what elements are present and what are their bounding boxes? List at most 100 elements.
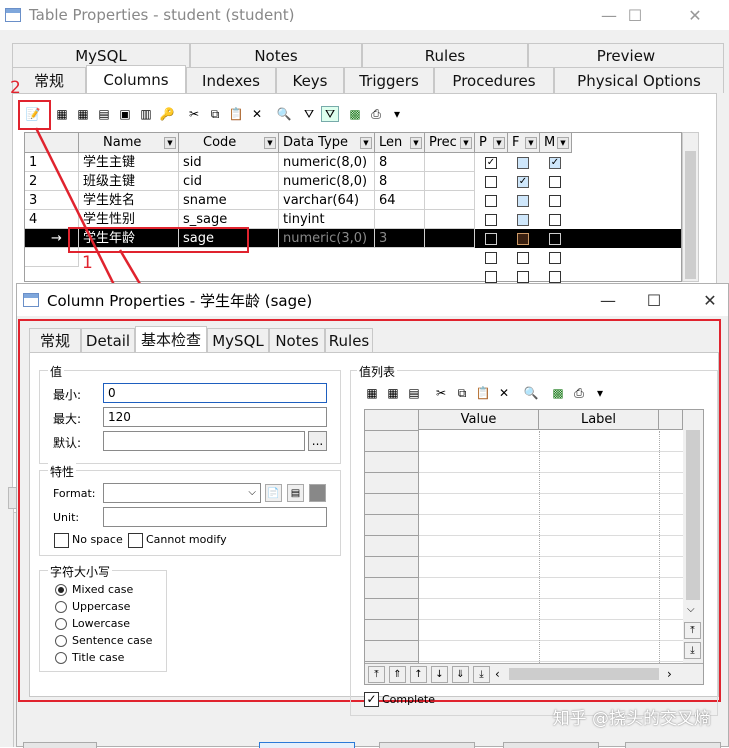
copy-icon[interactable]: ⧉ [453, 385, 471, 401]
cell-len[interactable]: 8 [375, 172, 425, 191]
copy-icon[interactable]: ⧉ [206, 106, 224, 122]
primary-checkbox[interactable] [485, 233, 497, 245]
format-properties-icon[interactable]: ▤ [287, 484, 304, 502]
tab-rules[interactable]: Rules [362, 43, 528, 67]
scrollbar-thumb[interactable] [685, 151, 696, 279]
cell-prec[interactable] [425, 229, 475, 248]
cell-data-type[interactable]: varchar(64) [279, 191, 375, 210]
cell-name[interactable]: 班级主键 [79, 172, 179, 191]
primary-checkbox[interactable] [485, 252, 497, 264]
mandatory-checkbox[interactable] [549, 176, 561, 188]
col-header-label[interactable]: Label [539, 410, 659, 430]
cell-prec[interactable] [425, 153, 475, 172]
insert-row-icon[interactable]: ▦ [74, 106, 92, 122]
move-up-icon[interactable]: ↑ [410, 666, 427, 683]
delete-icon[interactable]: ✕ [248, 106, 266, 122]
tab-columns[interactable]: Columns [86, 65, 186, 93]
max-input[interactable]: 120 [103, 407, 327, 427]
maximize-icon[interactable]: ☐ [612, 0, 658, 30]
default-ellipsis-button[interactable]: ... [308, 431, 327, 451]
move-down-icon[interactable]: ↓ [431, 666, 448, 683]
delete-icon[interactable]: ✕ [495, 385, 513, 401]
case-radio-uppercase[interactable] [55, 601, 67, 613]
move-down-page-icon[interactable]: ⇓ [452, 666, 469, 683]
col-header-prec[interactable]: Prec ▼ [425, 133, 475, 153]
tab-notes[interactable]: Notes [269, 328, 325, 352]
scroll-left-icon[interactable]: ‹ [495, 667, 500, 681]
dialog-button[interactable] [23, 742, 97, 748]
cell-len[interactable]: 3 [375, 229, 425, 248]
dropdown-icon[interactable]: ▼ [525, 137, 537, 149]
move-bottom-icon[interactable]: ⤓ [473, 666, 490, 683]
cell-len[interactable]: 8 [375, 153, 425, 172]
dropdown-icon[interactable]: ▼ [460, 137, 472, 149]
move-top-icon[interactable]: ⤒ [368, 666, 385, 683]
cell-len[interactable]: 64 [375, 191, 425, 210]
move-bottom-icon[interactable]: ⤓ [684, 642, 701, 659]
cell-data-type[interactable]: numeric(8,0) [279, 153, 375, 172]
move-top-icon[interactable]: ⤒ [684, 622, 701, 639]
case-radio-lowercase[interactable] [55, 618, 67, 630]
complete-checkbox[interactable]: ✓ [364, 692, 379, 707]
cell-name[interactable]: 学生姓名 [79, 191, 179, 210]
paste-icon[interactable]: 📋 [227, 106, 245, 122]
default-select[interactable] [103, 431, 305, 451]
dropdown-icon[interactable]: ▼ [360, 137, 372, 149]
mandatory-checkbox[interactable] [549, 214, 561, 226]
cell-prec[interactable] [425, 172, 475, 191]
tab-keys[interactable]: Keys [276, 67, 344, 93]
ok-button[interactable] [259, 742, 355, 748]
no-space-checkbox[interactable] [54, 533, 69, 548]
unit-input[interactable] [103, 507, 327, 527]
close-icon[interactable]: ✕ [687, 284, 729, 316]
case-radio-mixed[interactable] [55, 584, 67, 596]
mandatory-checkbox[interactable] [549, 271, 561, 283]
cell-code[interactable]: sid [179, 153, 279, 172]
format-select[interactable]: ⌵ [103, 483, 261, 503]
insert-row-icon[interactable]: ▦ [384, 385, 402, 401]
cannot-modify-checkbox[interactable] [128, 533, 143, 548]
case-radio-title[interactable] [55, 652, 67, 664]
case-radio-sentence[interactable] [55, 635, 67, 647]
cell-len[interactable] [375, 210, 425, 229]
col-header-name[interactable]: Name ▼ [79, 133, 179, 153]
chevron-down-icon[interactable]: ▾ [388, 106, 406, 122]
print-icon[interactable]: ⎙ [367, 106, 385, 122]
add-rows-icon[interactable]: ▤ [405, 385, 423, 401]
tab-physical-options[interactable]: Physical Options [554, 67, 724, 93]
scrollbar-thumb[interactable] [686, 430, 700, 600]
find-icon[interactable]: 🔍 [522, 385, 540, 401]
col-header-f[interactable]: F ▼ [508, 133, 540, 153]
dropdown-icon[interactable]: ▼ [493, 137, 505, 149]
cell-prec[interactable] [425, 191, 475, 210]
tab-preview[interactable]: Preview [528, 43, 724, 67]
tab-detail[interactable]: Detail [81, 328, 135, 352]
grid-scrollbar[interactable] [682, 132, 699, 282]
key-icon[interactable]: 🔑 [158, 106, 176, 122]
apply-button[interactable] [503, 742, 599, 748]
cell-data-type[interactable]: numeric(8,0) [279, 172, 375, 191]
tab-procedures[interactable]: Procedures [434, 67, 554, 93]
col-header-value[interactable]: Value [419, 410, 539, 430]
tab-indexes[interactable]: Indexes [186, 67, 276, 93]
mandatory-checkbox[interactable] [549, 233, 561, 245]
mandatory-checkbox[interactable]: ✓ [549, 157, 561, 169]
print-icon[interactable]: ⎙ [570, 385, 588, 401]
tab-rules[interactable]: Rules [325, 328, 373, 352]
cell-data-type[interactable]: numeric(3,0) [279, 229, 375, 248]
tab-general[interactable]: 常规 [29, 328, 81, 352]
cancel-button[interactable] [379, 742, 475, 748]
minimize-icon[interactable]: — [585, 284, 631, 316]
format-clear-icon[interactable] [309, 484, 326, 502]
cell-name[interactable]: 学生主键 [79, 153, 179, 172]
tab-mysql[interactable]: MySQL [12, 43, 190, 67]
primary-checkbox[interactable]: ✓ [485, 157, 497, 169]
paste-icon[interactable]: 📋 [474, 385, 492, 401]
primary-checkbox[interactable] [485, 195, 497, 207]
cell-code[interactable]: sname [179, 191, 279, 210]
primary-checkbox[interactable] [485, 214, 497, 226]
cell-prec[interactable] [425, 210, 475, 229]
filter-icon[interactable]: ⛛ [300, 106, 318, 122]
replicate-icon[interactable]: ▣ [116, 106, 134, 122]
cut-icon[interactable]: ✂ [432, 385, 450, 401]
